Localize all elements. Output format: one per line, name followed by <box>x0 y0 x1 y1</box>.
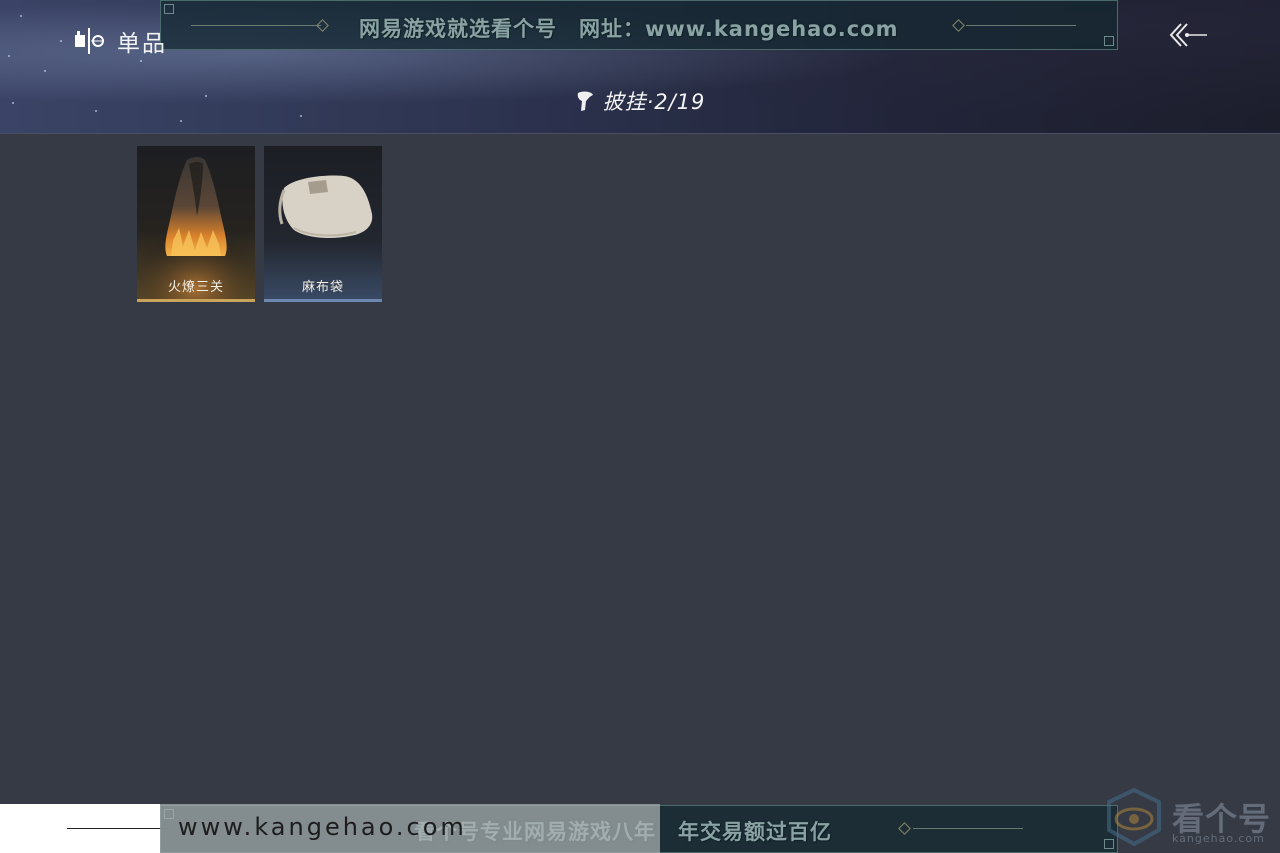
category-header: 披挂·2/19 <box>0 86 1280 116</box>
item-card[interactable]: 火燎三关 <box>137 146 255 302</box>
watermark-banner-top: 网易游戏就选看个号 网址：www.kangehao.com <box>160 0 1118 50</box>
item-name: 火燎三关 <box>167 280 224 295</box>
back-arrow-button[interactable] <box>1163 18 1211 54</box>
item-name: 麻布袋 <box>301 280 344 295</box>
item-card[interactable]: 麻布袋 <box>264 146 382 302</box>
watermark-site-url: www.kangehao.com <box>178 813 467 841</box>
ornament-line <box>913 828 1023 829</box>
eye-logo-icon <box>1103 786 1165 848</box>
item-category-icon <box>73 25 105 57</box>
watermark-divider <box>67 828 167 829</box>
rarity-bar <box>264 299 382 302</box>
rarity-bar <box>137 299 255 302</box>
ornament-diamond <box>952 19 965 32</box>
ornament-line <box>966 25 1076 26</box>
ornament-diamond <box>898 822 911 835</box>
section-title: 单品 <box>117 31 167 57</box>
logo-subtext: kangehao.com <box>1172 832 1265 845</box>
category-title: 披挂·2/19 <box>602 90 706 114</box>
back-arrow-icon <box>1169 23 1207 47</box>
watermark-top-text: 网易游戏就选看个号 网址：www.kangehao.com <box>359 17 899 41</box>
cloak-icon <box>577 91 593 111</box>
section-header: 单品 <box>73 25 167 57</box>
ornament-diamond <box>316 19 329 32</box>
item-grid: 火燎三关 麻布袋 <box>137 146 382 302</box>
ornament-line <box>191 25 321 26</box>
